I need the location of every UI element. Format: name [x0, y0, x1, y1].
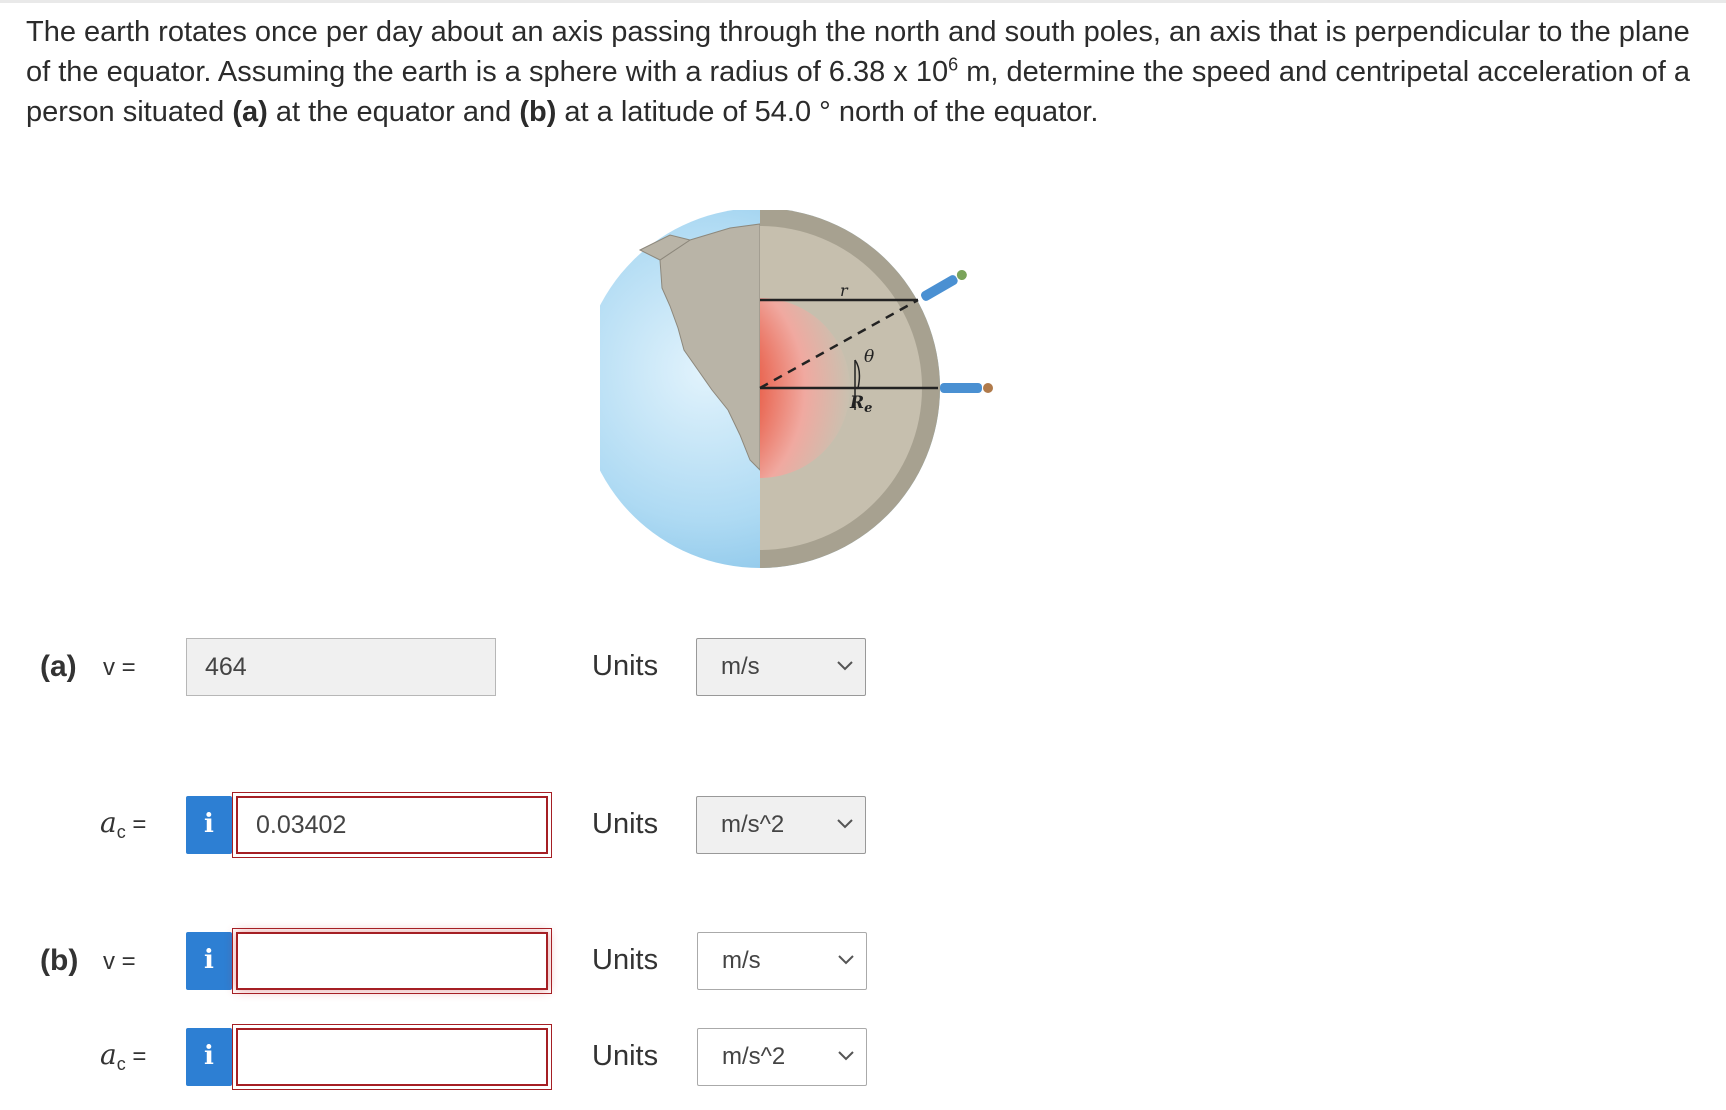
units-select-a-acceleration[interactable]: m/s^2	[696, 796, 866, 854]
part-label-b: (b)	[40, 944, 79, 977]
person-at-latitude	[920, 270, 967, 301]
acceleration-a-input[interactable]: 0.03402	[232, 792, 552, 858]
units-label: Units	[592, 1040, 659, 1072]
speed-a-input[interactable]: 464	[186, 638, 496, 696]
variable-label-ac: ac =	[100, 1038, 147, 1074]
units-select-b-acceleration[interactable]: m/s^2	[697, 1028, 867, 1086]
chevron-down-icon	[837, 819, 853, 829]
part-b-marker: (b)	[519, 96, 557, 128]
person-at-equator	[940, 383, 993, 393]
units-label: Units	[592, 650, 659, 682]
answer-row-b-speed: (b) v = i Units m/s	[0, 928, 1726, 994]
part-label-a: (a)	[40, 650, 77, 683]
label-r: r	[840, 281, 849, 300]
info-button[interactable]: i	[186, 1028, 232, 1086]
answer-row-a-speed: (a) v = 464 Units m/s	[0, 638, 1726, 698]
chevron-down-icon	[837, 661, 853, 671]
chevron-down-icon	[838, 1051, 854, 1061]
variable-label-ac: ac =	[100, 806, 147, 842]
units-select-b-speed[interactable]: m/s	[697, 932, 867, 990]
answer-row-b-acceleration: ac = i Units m/s^2	[0, 1024, 1726, 1090]
top-divider	[0, 0, 1726, 3]
units-label: Units	[592, 944, 659, 976]
problem-statement: The earth rotates once per day about an …	[26, 16, 1691, 128]
earth-cross-section-figure: r θ Re	[580, 208, 1120, 650]
acceleration-b-input[interactable]	[232, 1024, 552, 1090]
variable-label-v: v =	[103, 654, 136, 681]
variable-label-v: v =	[103, 948, 136, 975]
chevron-down-icon	[838, 955, 854, 965]
units-select-a-speed[interactable]: m/s	[696, 638, 866, 696]
answer-row-a-acceleration: ac = i 0.03402 Units m/s^2	[0, 792, 1726, 858]
part-a-marker: (a)	[232, 96, 268, 128]
label-theta: θ	[864, 347, 874, 367]
units-label: Units	[592, 808, 659, 840]
info-button[interactable]: i	[186, 932, 232, 990]
info-button[interactable]: i	[186, 796, 232, 854]
exponent: 6	[948, 54, 959, 75]
speed-b-input[interactable]	[232, 928, 552, 994]
